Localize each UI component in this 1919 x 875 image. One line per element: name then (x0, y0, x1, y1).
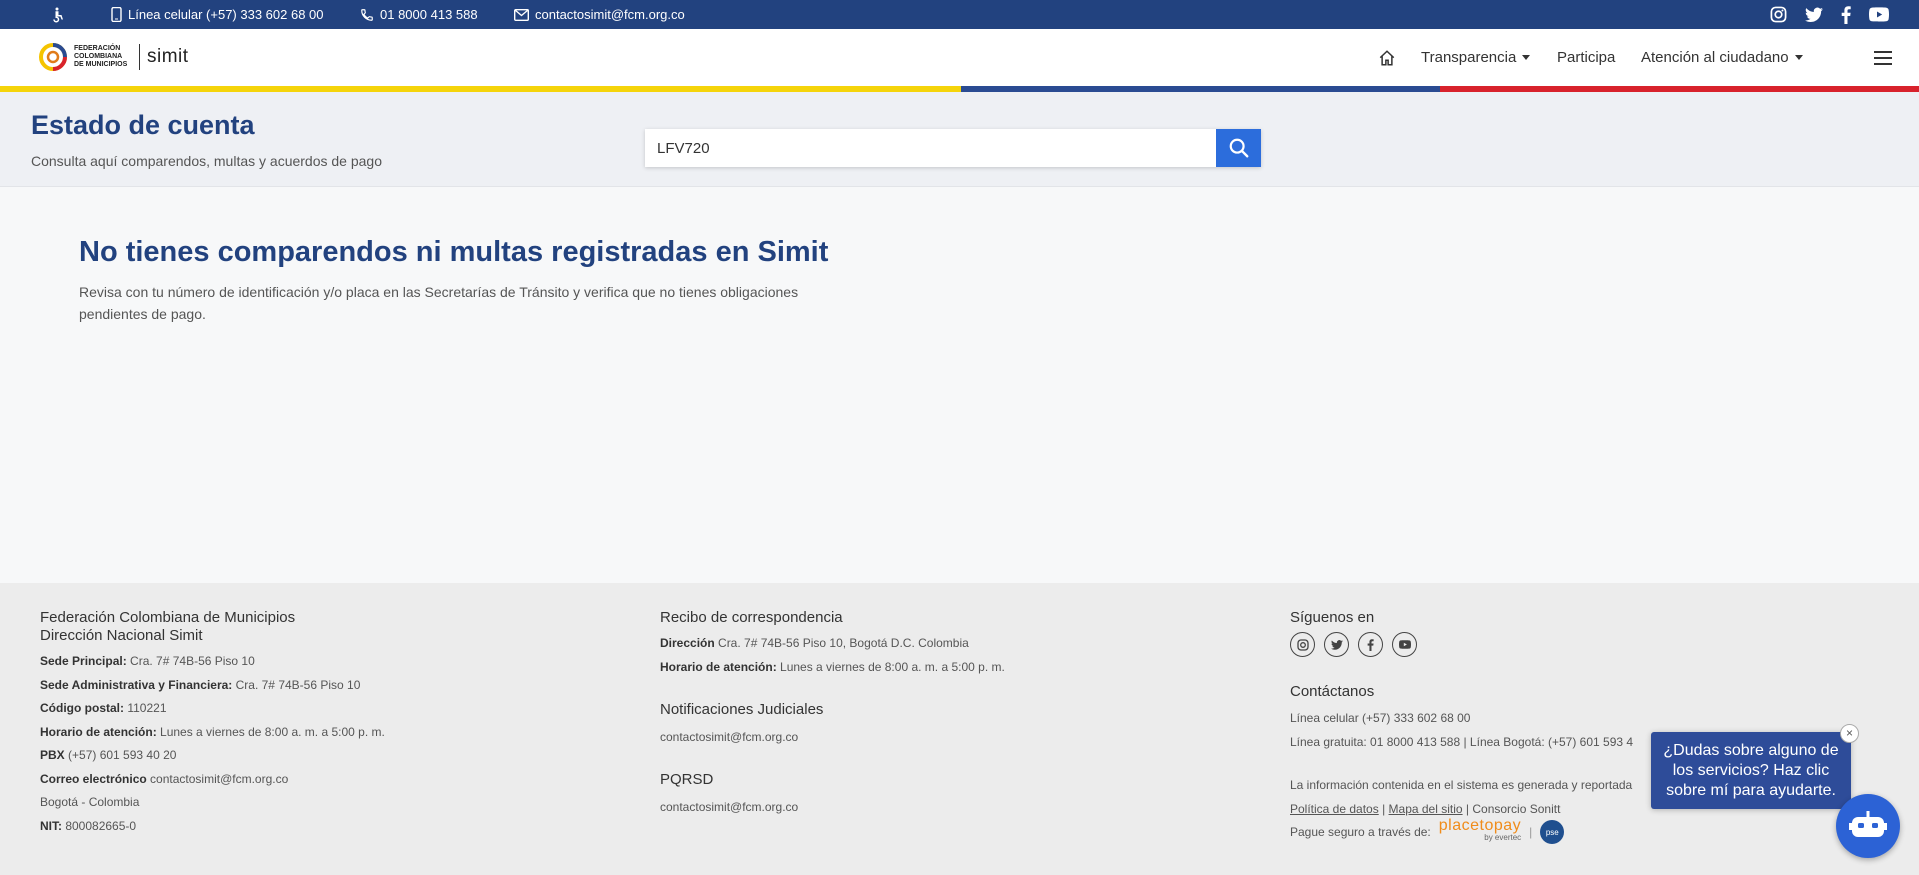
home-icon[interactable] (1378, 49, 1396, 67)
footer-row: Código postal: 110221 (40, 701, 167, 715)
footer-social-links (1290, 632, 1426, 657)
chevron-down-icon (1794, 55, 1803, 60)
phone-label: Línea celular (+57) 333 602 68 00 (128, 7, 324, 22)
mobile-icon (111, 7, 122, 22)
footer-pqrsd-email[interactable]: contactosimit@fcm.org.co (660, 800, 798, 814)
instagram-icon[interactable] (1290, 632, 1315, 657)
nav-atencion-label: Atención al ciudadano (1641, 49, 1789, 66)
nav-participa[interactable]: Participa (1557, 49, 1615, 66)
top-social-links (1770, 0, 1889, 29)
accessibility-icon[interactable] (48, 0, 66, 29)
youtube-icon[interactable] (1869, 7, 1889, 22)
footer-contact-title: Contáctanos (1290, 683, 1375, 700)
footer-row: PBX (+57) 601 593 40 20 (40, 748, 177, 762)
placetopay-logo[interactable]: placetopay by evertec (1439, 818, 1521, 844)
page-title: Estado de cuenta (31, 110, 255, 140)
footer-follow-title: Síguenos en (1290, 609, 1375, 626)
sitemap-link[interactable]: Mapa del sitio (1389, 802, 1463, 816)
privacy-policy-link[interactable]: Política de datos (1290, 802, 1379, 816)
mail-icon (514, 8, 529, 21)
footer: Federación Colombiana de Municipios Dire… (0, 583, 1919, 875)
footer-notif-email[interactable]: contactosimit@fcm.org.co (660, 730, 798, 744)
logo-text: FEDERACIÓN COLOMBIANA DE MUNICIPIOS (74, 45, 128, 68)
twitter-icon[interactable] (1324, 632, 1349, 657)
search-button[interactable] (1216, 129, 1261, 167)
nav-participa-label: Participa (1557, 49, 1616, 66)
footer-hours: Horario de atención: Lunes a viernes de … (660, 660, 1005, 674)
logo-divider (139, 44, 140, 70)
nav-atencion-ciudadano[interactable]: Atención al ciudadano (1641, 49, 1803, 66)
footer-row: Sede Principal: Cra. 7# 74B-56 Piso 10 (40, 654, 255, 668)
footer-row: Sede Administrativa y Financiera: Cra. 7… (40, 678, 361, 692)
search-icon (1229, 138, 1248, 158)
footer-correspondence-title: Recibo de correspondencia (660, 609, 843, 626)
no-fines-title: No tienes comparendos ni multas registra… (79, 236, 829, 268)
chatbot-icon[interactable] (1836, 794, 1900, 858)
email-contact[interactable]: contactosimit@fcm.org.co (514, 0, 685, 29)
footer-row: Correo electrónico contactosimit@fcm.org… (40, 772, 289, 786)
footer-notif-title: Notificaciones Judiciales (660, 701, 824, 718)
fcm-logo-icon (39, 43, 67, 71)
footer-fcm-title: Federación Colombiana de Municipios (40, 609, 296, 626)
footer-simit-title: Dirección Nacional Simit (40, 627, 203, 644)
pay-securely-label: Pague seguro a través de: (1290, 825, 1431, 839)
footer-contact-line2: Línea gratuita: 01 8000 413 588 | Línea … (1290, 735, 1634, 749)
footer-row: NIT: 800082665-0 (40, 819, 137, 833)
instagram-icon[interactable] (1770, 6, 1787, 23)
page-subtitle: Consulta aquí comparendos, multas y acue… (31, 153, 382, 169)
footer-row: Bogotá - Colombia (40, 795, 140, 809)
search-input[interactable] (645, 129, 1216, 167)
footer-links: Política de datos | Mapa del sitio | Con… (1290, 802, 1561, 816)
footer-pqrsd-title: PQRSD (660, 771, 714, 788)
footer-info-text: La información contenida en el sistema e… (1290, 778, 1633, 792)
chevron-down-icon (1522, 55, 1531, 60)
footer-contact-line1: Línea celular (+57) 333 602 68 00 (1290, 711, 1471, 725)
footer-address: Dirección Cra. 7# 74B-56 Piso 10, Bogotá… (660, 636, 969, 650)
pse-logo[interactable]: pse (1540, 820, 1565, 844)
footer-row: Horario de atención: Lunes a viernes de … (40, 725, 385, 739)
hamburger-menu-icon[interactable] (1874, 50, 1892, 65)
footer-payments: Pague seguro a través de: placetopay by … (1290, 818, 1565, 844)
toll-free-label: 01 8000 413 588 (380, 7, 478, 22)
youtube-icon[interactable] (1392, 632, 1417, 657)
toll-free-contact[interactable]: 01 8000 413 588 (360, 0, 478, 29)
chat-help-bubble[interactable]: ¿Dudas sobre alguno de los servicios? Ha… (1651, 732, 1851, 809)
facebook-icon[interactable] (1841, 5, 1851, 24)
phone-icon (361, 8, 373, 21)
phone-contact[interactable]: Línea celular (+57) 333 602 68 00 (111, 0, 324, 29)
simit-logo-text: simit (147, 46, 189, 67)
no-fines-text: Revisa con tu número de identificación y… (79, 284, 799, 322)
twitter-icon[interactable] (1805, 7, 1823, 23)
top-bar: Línea celular (+57) 333 602 68 00 01 800… (0, 0, 1919, 29)
search-box (645, 129, 1261, 167)
email-label: contactosimit@fcm.org.co (535, 7, 685, 22)
chat-close-icon[interactable]: × (1840, 724, 1859, 743)
main-header: FEDERACIÓN COLOMBIANA DE MUNICIPIOS simi… (0, 29, 1919, 86)
fcm-simit-logo[interactable]: FEDERACIÓN COLOMBIANA DE MUNICIPIOS simi… (38, 37, 189, 77)
nav-transparencia[interactable]: Transparencia (1421, 49, 1531, 66)
facebook-icon[interactable] (1358, 632, 1383, 657)
nav-transparencia-label: Transparencia (1421, 49, 1517, 66)
